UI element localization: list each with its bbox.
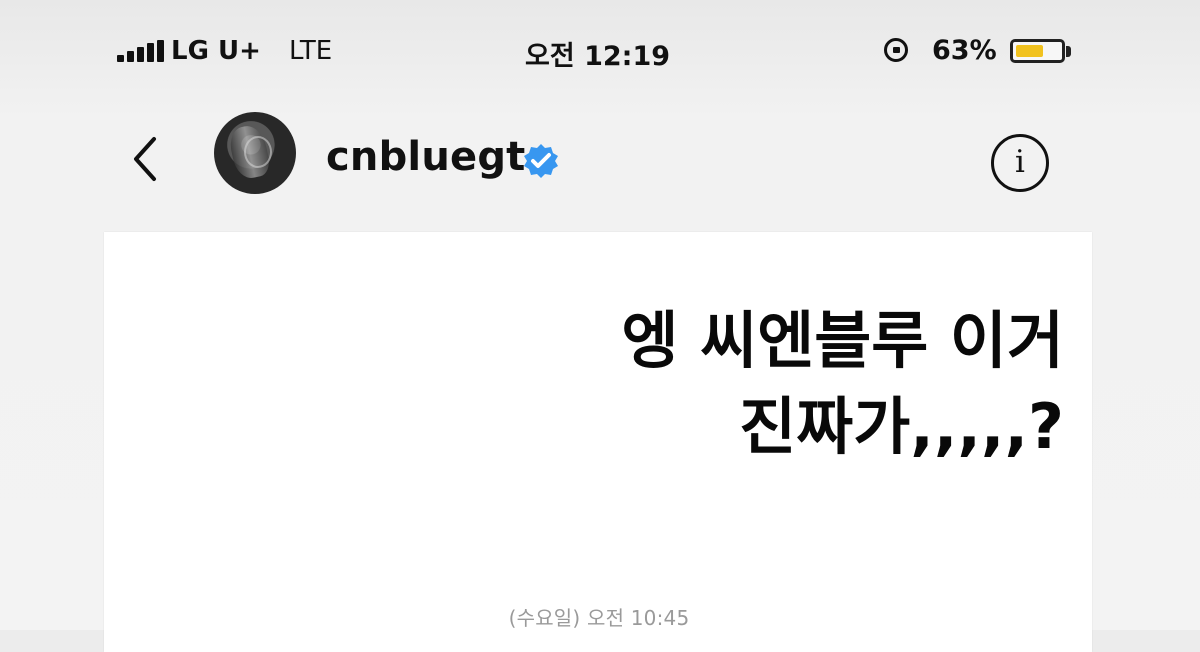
signal-icon [117, 40, 165, 62]
info-button[interactable]: i [991, 134, 1049, 192]
profile-username[interactable]: cnbluegt [326, 134, 526, 180]
chat-header: cnbluegt i [0, 104, 1200, 204]
profile-avatar[interactable] [214, 112, 296, 194]
message-text: 엥 씨엔블루 이거 진짜가,,,,,? [621, 304, 1064, 463]
battery-cap [1066, 46, 1071, 57]
message-timestamp: (수요일) 오전 10:45 [508, 606, 690, 630]
rotation-lock-icon [884, 38, 908, 62]
instagram-dm-screen: LG U+ LTE 오전 12:19 63% cnbluegt i 엥 씨엔블루… [0, 0, 1200, 652]
status-bar: LG U+ LTE 오전 12:19 63% [0, 28, 1200, 76]
verified-icon [522, 142, 560, 180]
network-type: LTE [289, 36, 333, 66]
back-icon[interactable] [126, 135, 166, 183]
status-time: 오전 12:19 [525, 41, 671, 72]
carrier-name: LG U+ [171, 36, 261, 66]
battery-icon [1010, 39, 1065, 63]
battery-percent: 63% [932, 35, 997, 66]
shared-story-message[interactable]: 엥 씨엔블루 이거 진짜가,,,,,? (수요일) 오전 10:45 [104, 232, 1092, 652]
battery-level-fill [1016, 45, 1043, 57]
